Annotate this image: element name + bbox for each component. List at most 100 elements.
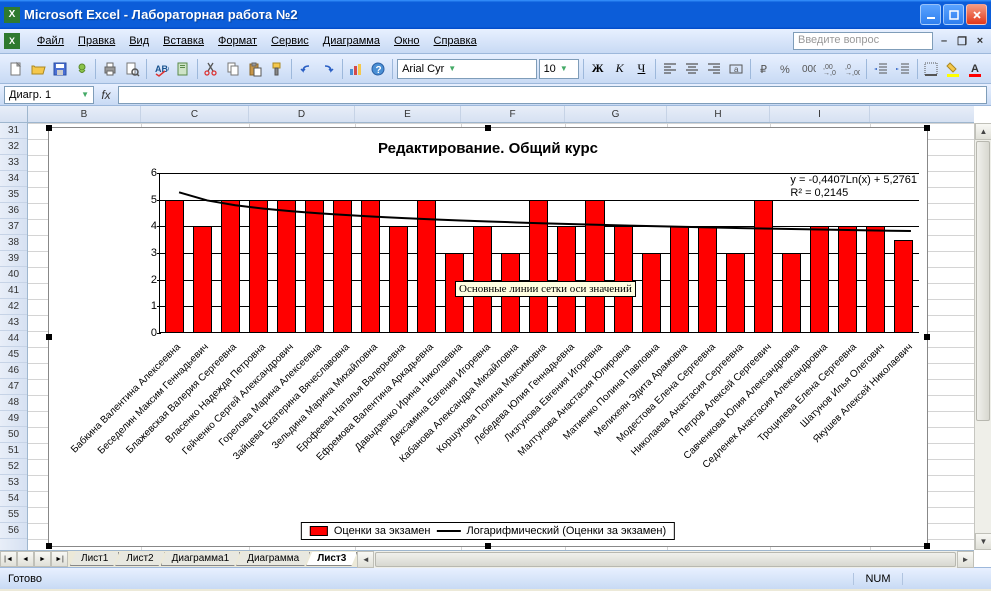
chart-object[interactable]: Редактирование. Общий курс 0123456 Основ… bbox=[48, 127, 928, 547]
row-header-48[interactable]: 48 bbox=[0, 395, 27, 411]
window-maximize-button[interactable] bbox=[943, 4, 964, 25]
copy-button[interactable] bbox=[223, 58, 243, 80]
tab-prev-button[interactable]: ◄ bbox=[17, 551, 34, 567]
column-header-C[interactable]: C bbox=[141, 106, 249, 122]
scroll-down-button[interactable]: ▼ bbox=[975, 533, 991, 550]
row-header-55[interactable]: 55 bbox=[0, 507, 27, 523]
font-combo[interactable]: Arial Cyr▼ bbox=[397, 59, 536, 79]
trendline-equation[interactable]: y = -0,4407Ln(x) + 5,2761 R² = 0,2145 bbox=[790, 174, 917, 200]
sheet-tab-Лист3[interactable]: Лист3 bbox=[306, 552, 357, 566]
menu-insert[interactable]: Вставка bbox=[156, 32, 211, 50]
tab-last-button[interactable]: ►| bbox=[51, 551, 68, 567]
fill-color-button[interactable] bbox=[943, 58, 963, 80]
menu-format[interactable]: Формат bbox=[211, 32, 264, 50]
row-header-50[interactable]: 50 bbox=[0, 427, 27, 443]
help-question-input[interactable]: Введите вопрос bbox=[793, 32, 933, 50]
vscroll-thumb[interactable] bbox=[976, 141, 990, 421]
chart-handle-sw[interactable] bbox=[46, 543, 52, 549]
help-button[interactable]: ? bbox=[368, 58, 388, 80]
menu-view[interactable]: Вид bbox=[122, 32, 156, 50]
chart-wizard-button[interactable] bbox=[346, 58, 366, 80]
research-button[interactable] bbox=[173, 58, 193, 80]
print-button[interactable] bbox=[100, 58, 120, 80]
percent-button[interactable]: % bbox=[776, 58, 796, 80]
font-color-button[interactable]: A bbox=[965, 58, 985, 80]
row-header-53[interactable]: 53 bbox=[0, 475, 27, 491]
row-header-31[interactable]: 31 bbox=[0, 123, 27, 139]
undo-button[interactable] bbox=[296, 58, 316, 80]
paste-button[interactable] bbox=[245, 58, 265, 80]
underline-button[interactable]: Ч bbox=[632, 58, 652, 80]
name-box[interactable]: Диагр. 1▼ bbox=[4, 86, 94, 104]
column-header-I[interactable]: I bbox=[770, 106, 870, 122]
align-right-button[interactable] bbox=[704, 58, 724, 80]
decrease-decimal-button[interactable]: ,0→,00 bbox=[842, 58, 862, 80]
row-header-56[interactable]: 56 bbox=[0, 523, 27, 539]
row-header-40[interactable]: 40 bbox=[0, 267, 27, 283]
row-header-41[interactable]: 41 bbox=[0, 283, 27, 299]
sheet-tab-Лист2[interactable]: Лист2 bbox=[115, 552, 164, 566]
scroll-right-button[interactable]: ► bbox=[957, 551, 974, 568]
format-painter-button[interactable] bbox=[267, 58, 287, 80]
sheet-tab-Лист1[interactable]: Лист1 bbox=[70, 552, 119, 566]
row-header-33[interactable]: 33 bbox=[0, 155, 27, 171]
italic-button[interactable]: К bbox=[610, 58, 630, 80]
chart-handle-n[interactable] bbox=[485, 125, 491, 131]
row-header-32[interactable]: 32 bbox=[0, 139, 27, 155]
chart-handle-w[interactable] bbox=[46, 334, 52, 340]
menu-help[interactable]: Справка bbox=[427, 32, 484, 50]
formula-input[interactable] bbox=[118, 86, 987, 104]
menu-window[interactable]: Окно bbox=[387, 32, 427, 50]
window-minimize-button[interactable] bbox=[920, 4, 941, 25]
currency-button[interactable]: ₽ bbox=[755, 58, 775, 80]
scroll-left-button[interactable]: ◄ bbox=[357, 551, 374, 568]
font-size-combo[interactable]: 10▼ bbox=[539, 59, 579, 79]
x-axis-labels[interactable]: Бабкина Валентина АлексеевнаБеседелин Ма… bbox=[159, 334, 919, 484]
row-header-36[interactable]: 36 bbox=[0, 203, 27, 219]
cut-button[interactable] bbox=[202, 58, 222, 80]
hscroll-thumb[interactable] bbox=[375, 552, 956, 567]
row-header-35[interactable]: 35 bbox=[0, 187, 27, 203]
spelling-button[interactable]: ABC bbox=[151, 58, 171, 80]
chart-handle-ne[interactable] bbox=[924, 125, 930, 131]
row-header-52[interactable]: 52 bbox=[0, 459, 27, 475]
save-button[interactable] bbox=[50, 58, 70, 80]
row-header-51[interactable]: 51 bbox=[0, 443, 27, 459]
row-header-49[interactable]: 49 bbox=[0, 411, 27, 427]
column-header-D[interactable]: D bbox=[249, 106, 355, 122]
tab-next-button[interactable]: ► bbox=[34, 551, 51, 567]
menu-edit[interactable]: Правка bbox=[71, 32, 122, 50]
merge-center-button[interactable]: a bbox=[726, 58, 746, 80]
grid-area[interactable]: Редактирование. Общий курс 0123456 Основ… bbox=[28, 123, 974, 550]
permission-button[interactable] bbox=[72, 58, 92, 80]
chart-handle-nw[interactable] bbox=[46, 125, 52, 131]
column-header-B[interactable]: B bbox=[28, 106, 141, 122]
print-preview-button[interactable] bbox=[122, 58, 142, 80]
mdi-minimize-button[interactable]: – bbox=[937, 34, 951, 48]
vertical-scrollbar[interactable]: ▲ ▼ bbox=[974, 123, 991, 550]
chart-title[interactable]: Редактирование. Общий курс bbox=[49, 140, 927, 157]
row-header-44[interactable]: 44 bbox=[0, 331, 27, 347]
increase-decimal-button[interactable]: ,00→,0 bbox=[820, 58, 840, 80]
excel-doc-icon[interactable]: X bbox=[4, 33, 20, 49]
mdi-restore-button[interactable]: ❐ bbox=[955, 34, 969, 48]
align-left-button[interactable] bbox=[660, 58, 680, 80]
row-header-37[interactable]: 37 bbox=[0, 219, 27, 235]
fx-button[interactable]: fx bbox=[96, 88, 116, 102]
select-all-corner[interactable] bbox=[0, 106, 28, 123]
increase-indent-button[interactable] bbox=[893, 58, 913, 80]
row-header-42[interactable]: 42 bbox=[0, 299, 27, 315]
menu-tools[interactable]: Сервис bbox=[264, 32, 316, 50]
chart-handle-s[interactable] bbox=[485, 543, 491, 549]
menu-file[interactable]: Файл bbox=[30, 32, 71, 50]
row-header-38[interactable]: 38 bbox=[0, 235, 27, 251]
new-button[interactable] bbox=[6, 58, 26, 80]
decrease-indent-button[interactable] bbox=[871, 58, 891, 80]
align-center-button[interactable] bbox=[682, 58, 702, 80]
column-header-H[interactable]: H bbox=[667, 106, 770, 122]
tab-first-button[interactable]: |◄ bbox=[0, 551, 17, 567]
column-header-G[interactable]: G bbox=[565, 106, 667, 122]
chart-handle-e[interactable] bbox=[924, 334, 930, 340]
row-header-54[interactable]: 54 bbox=[0, 491, 27, 507]
sheet-tab-Диаграмма[interactable]: Диаграмма bbox=[236, 552, 310, 566]
